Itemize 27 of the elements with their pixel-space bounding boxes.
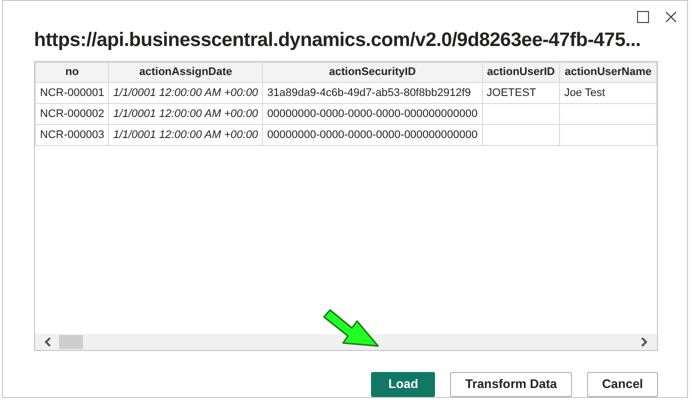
table-cell: 1/1/0001 12:00:00 AM +00:00 <box>108 104 263 125</box>
close-icon[interactable] <box>665 10 677 23</box>
table-cell: 00000000-0000-0000-0000-000000000000 <box>262 124 482 146</box>
column-header[interactable]: no <box>36 62 109 83</box>
maximize-icon[interactable] <box>637 10 649 23</box>
table-cell: NCR-000003 <box>36 124 109 146</box>
table-cell: Joe Test <box>560 82 656 104</box>
horizontal-scrollbar[interactable] <box>35 334 657 350</box>
column-header[interactable]: actionAssignDate <box>108 62 263 83</box>
scroll-left-icon[interactable] <box>43 337 53 347</box>
column-header[interactable]: actionUserName <box>560 62 656 83</box>
table-cell: 1/1/0001 12:00:00 AM +00:00 <box>108 124 263 146</box>
table-cell: NCR-000001 <box>36 82 109 104</box>
scroll-right-icon[interactable] <box>639 337 649 347</box>
dialog-button[interactable]: Transform Data <box>450 372 572 397</box>
table-cell: 1/1/0001 12:00:00 AM +00:00 <box>108 82 263 104</box>
pointer-arrow <box>322 309 380 349</box>
dialog-button[interactable]: Cancel <box>587 372 658 397</box>
scrollbar-thumb[interactable] <box>59 335 83 349</box>
table-cell: JOETEST <box>482 82 560 104</box>
column-header[interactable]: actionSecurityID <box>262 62 482 83</box>
load-button[interactable]: Load <box>371 372 436 397</box>
column-header[interactable]: actionUserID <box>482 62 560 83</box>
table-cell: 31a89da9-4c6b-49d7-ab53-80f8bb2912f9 <box>262 82 482 104</box>
table-cell: NCR-000002 <box>36 104 109 125</box>
table-cell: 00000000-0000-0000-0000-000000000000 <box>262 104 482 125</box>
dialog-title: https://api.businesscentral.dynamics.com/v2.0/9d8263ee-47fb-475... <box>34 28 642 53</box>
